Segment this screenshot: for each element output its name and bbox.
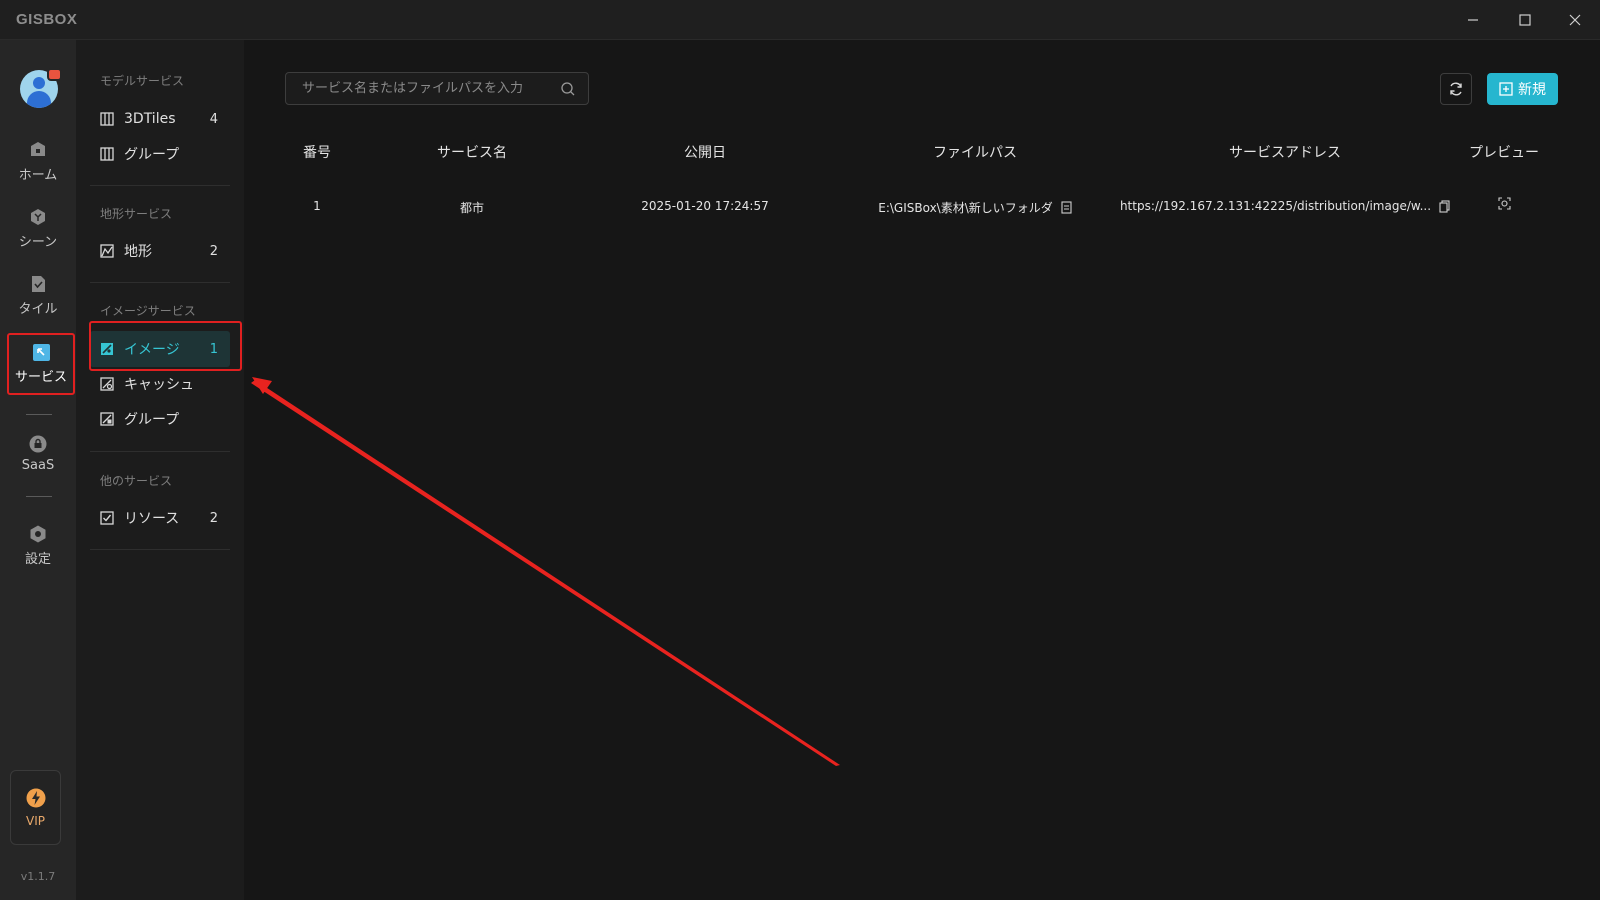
vip-button[interactable]: VIP [10, 770, 61, 845]
section-divider [90, 185, 230, 186]
annotation-highlight-box [89, 321, 242, 371]
service-icon [32, 343, 50, 361]
section-divider [90, 282, 230, 283]
subnav-item-count: 2 [209, 243, 218, 259]
cell-name: 都市 [412, 199, 532, 216]
rail-item-scene[interactable]: シーン [8, 199, 68, 259]
subnav-item-terrain[interactable]: 地形 2 [90, 233, 230, 269]
column-header-address: サービスアドレス [1229, 145, 1341, 161]
section-title-terrain: 地形サービス [100, 207, 173, 221]
cell-no-text: 1 [313, 199, 321, 213]
minimize-button[interactable] [1448, 0, 1498, 40]
cell-path: E:\GISBox\素材\新しいフォルダ [855, 199, 1095, 216]
minimize-icon [1468, 19, 1478, 21]
section-divider [90, 451, 230, 452]
subnav-item-resource[interactable]: リソース 2 [90, 500, 230, 536]
subnav-item-label: 3DTiles [124, 111, 176, 127]
rail-item-home[interactable]: ホーム [8, 132, 68, 192]
subnav-item-label: キャッシュ [124, 377, 194, 393]
refresh-button[interactable] [1440, 73, 1472, 105]
cell-preview [1462, 197, 1546, 210]
version-label: v1.1.7 [20, 870, 56, 883]
add-icon [1499, 82, 1513, 96]
maximize-icon [1519, 14, 1531, 26]
subnav-item-label: グループ [124, 147, 180, 163]
rail-item-label: タイル [18, 302, 58, 317]
maximize-button[interactable] [1500, 0, 1550, 40]
avatar-head [33, 77, 45, 89]
close-icon [1569, 14, 1581, 26]
cell-name-text: 都市 [459, 201, 484, 215]
search-icon[interactable] [560, 81, 576, 97]
resource-icon [100, 511, 114, 525]
refresh-icon [1450, 82, 1462, 96]
search-box[interactable] [285, 72, 589, 105]
cell-date: 2025-01-20 17:24:57 [620, 199, 790, 213]
avatar-body [27, 91, 51, 108]
new-button[interactable]: 新規 [1487, 73, 1558, 105]
subnav-item-label: グループ [124, 412, 180, 428]
rail-item-saas[interactable]: SaaS [8, 424, 68, 484]
cell-no: 1 [282, 199, 352, 213]
column-header-path: ファイルパス [933, 145, 1017, 161]
app-logo: GISBOX [16, 11, 78, 28]
subnav-item-image-group[interactable]: グループ [90, 401, 230, 437]
rail-divider [26, 496, 52, 497]
column-header-no: 番号 [303, 145, 331, 161]
rail-item-label: サービス [14, 370, 67, 385]
column-header-date: 公開日 [684, 145, 726, 161]
sub-nav: モデルサービス 3DTiles 4 グループ 地形サービス 地形 2 イメージサ… [76, 40, 244, 900]
terrain-icon [100, 244, 114, 258]
cell-path-text: E:\GISBox\素材\新しいフォルダ [878, 201, 1053, 215]
preview-icon[interactable] [1497, 197, 1511, 210]
cache-icon [100, 377, 114, 391]
subnav-item-count: 4 [209, 111, 218, 127]
column-header-name: サービス名 [437, 145, 507, 161]
gear-icon [29, 525, 47, 543]
column-header-preview: プレビュー [1469, 145, 1539, 161]
copy-icon[interactable] [1439, 199, 1450, 213]
search-input[interactable] [302, 81, 552, 96]
rail-item-label: SaaS [21, 458, 55, 473]
vip-label: VIP [26, 813, 45, 828]
section-title-image: イメージサービス [100, 304, 196, 318]
cube-icon [29, 208, 47, 226]
rail-item-label: ホーム [18, 168, 58, 183]
book-icon [100, 112, 114, 126]
rail-item-label: 設定 [24, 552, 51, 567]
subnav-item-cache[interactable]: キャッシュ [90, 366, 230, 402]
home-icon [29, 141, 47, 159]
lightning-icon [26, 788, 45, 807]
book-icon [100, 147, 114, 161]
cell-date-text: 2025-01-20 17:24:57 [641, 199, 769, 213]
subnav-item-3dtiles[interactable]: 3DTiles 4 [90, 101, 230, 137]
section-title-model: モデルサービス [100, 74, 185, 88]
rail-item-settings[interactable]: 設定 [8, 516, 68, 576]
rail-item-tile[interactable]: タイル [8, 266, 68, 326]
section-title-other: 他のサービス [100, 474, 173, 488]
cell-address-text: https://192.167.2.131:42225/distribution… [1119, 199, 1432, 213]
tile-icon [29, 275, 47, 293]
subnav-item-count: 2 [209, 510, 218, 526]
rail-item-service[interactable]: サービス [7, 333, 75, 395]
lock-icon [29, 435, 47, 453]
subnav-item-label: リソース [124, 511, 180, 527]
close-button[interactable] [1550, 0, 1600, 40]
section-divider [90, 549, 230, 550]
main-rail: ホーム シーン タイル サービス SaaS 設定 VIP v1.1.7 [0, 40, 76, 900]
new-button-label: 新規 [1518, 82, 1546, 98]
subnav-item-label: 地形 [124, 244, 152, 260]
copy-icon[interactable] [1061, 201, 1072, 214]
notification-badge-icon[interactable] [47, 68, 62, 81]
cell-address: https://192.167.2.131:42225/distribution… [1115, 199, 1455, 213]
title-bar: GISBOX [0, 0, 1600, 40]
rail-divider [26, 414, 52, 415]
rail-item-label: シーン [18, 235, 58, 250]
subnav-item-model-group[interactable]: グループ [90, 136, 230, 172]
image-group-icon [100, 412, 114, 426]
